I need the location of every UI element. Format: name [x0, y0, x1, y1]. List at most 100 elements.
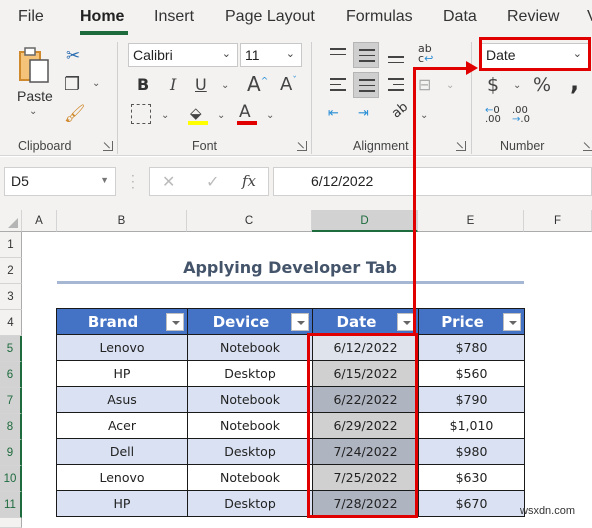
price-cell[interactable]: $790	[418, 386, 525, 413]
device-cell[interactable]: Notebook	[187, 386, 313, 413]
tab-home[interactable]: Home	[80, 8, 124, 26]
row-header-11[interactable]: 11	[0, 492, 22, 518]
tab-file[interactable]: File	[18, 8, 44, 26]
middle-align-button[interactable]	[353, 42, 379, 68]
price-cell[interactable]: $670	[418, 490, 525, 517]
column-header-a[interactable]: A	[22, 210, 57, 232]
merge-chevron-icon[interactable]: ⌄	[446, 80, 454, 91]
increase-indent-icon[interactable]: ⇥	[358, 106, 369, 121]
brand-cell[interactable]: Asus	[56, 386, 188, 413]
underline-button[interactable]: U	[195, 75, 207, 94]
device-cell[interactable]: Desktop	[187, 438, 313, 465]
column-header-f[interactable]: F	[524, 210, 592, 232]
underline-chevron-icon[interactable]: ⌄	[221, 80, 229, 91]
brand-cell[interactable]: HP	[56, 490, 188, 517]
fill-chevron-icon[interactable]: ⌄	[217, 110, 225, 121]
tab-data[interactable]: Data	[443, 8, 477, 26]
brand-cell[interactable]: Lenovo	[56, 334, 188, 361]
column-header-d[interactable]: D	[312, 210, 418, 232]
row-header-8[interactable]: 8	[0, 414, 22, 440]
tab-page-layout[interactable]: Page Layout	[225, 8, 315, 26]
row-header-9[interactable]: 9	[0, 440, 22, 466]
filter-dropdown-icon[interactable]	[291, 313, 309, 331]
row-header-4[interactable]: 4	[0, 310, 22, 336]
column-header-e[interactable]: E	[418, 210, 524, 232]
clipboard-launcher-icon[interactable]	[103, 141, 113, 151]
alignment-launcher-icon[interactable]	[456, 141, 466, 151]
font-name-combo[interactable]: Calibri ⌄	[128, 43, 238, 67]
device-cell[interactable]: Desktop	[187, 490, 313, 517]
brand-cell[interactable]: Lenovo	[56, 464, 188, 491]
row-header-10[interactable]: 10	[0, 466, 22, 492]
drag-handle-icon[interactable]: · · ·	[131, 170, 135, 194]
decrease-indent-icon[interactable]: ⇤	[328, 106, 339, 121]
header-price: Price	[418, 308, 525, 335]
font-color-chevron-icon[interactable]: ⌄	[266, 110, 274, 121]
row-header-3[interactable]: 3	[0, 284, 22, 310]
row-header-1[interactable]: 1	[0, 232, 22, 258]
price-cell[interactable]: $1,010	[418, 412, 525, 439]
currency-button[interactable]: $	[487, 74, 499, 96]
grow-font-button[interactable]: A^	[247, 72, 268, 96]
column-header-c[interactable]: C	[187, 210, 312, 232]
row-header-12[interactable]	[0, 518, 22, 528]
bottom-align-button[interactable]	[383, 48, 409, 74]
increase-decimal-icon[interactable]: ←0.00	[485, 106, 501, 125]
device-cell[interactable]: Desktop	[187, 360, 313, 387]
tab-review[interactable]: Review	[507, 8, 559, 26]
insert-function-icon[interactable]: fx	[242, 172, 256, 190]
decrease-decimal-icon[interactable]: .00 →.0	[512, 106, 530, 125]
row-header-5[interactable]: 5	[0, 336, 22, 362]
device-cell[interactable]: Notebook	[187, 464, 313, 491]
percent-button[interactable]: %	[533, 74, 551, 96]
device-cell[interactable]: Notebook	[187, 412, 313, 439]
orientation-chevron-icon[interactable]: ⌄	[420, 110, 428, 121]
wrap-text-icon[interactable]: ab c↩	[418, 43, 433, 64]
brand-cell[interactable]: HP	[56, 360, 188, 387]
merge-center-icon[interactable]: ⊟	[418, 75, 431, 94]
font-color-button[interactable]: A	[239, 102, 251, 122]
tab-view[interactable]: V	[587, 8, 592, 26]
shrink-font-button[interactable]: Aˇ	[280, 74, 297, 95]
fill-color-icon[interactable]: ⬙	[190, 104, 202, 122]
price-cell[interactable]: $560	[418, 360, 525, 387]
comma-style-button[interactable]: ,	[570, 68, 579, 96]
cut-icon[interactable]: ✂	[66, 46, 80, 66]
name-box[interactable]: D5 ▼	[4, 167, 116, 196]
align-right-button[interactable]	[383, 72, 409, 98]
device-cell[interactable]: Notebook	[187, 334, 313, 361]
price-cell[interactable]: $980	[418, 438, 525, 465]
font-launcher-icon[interactable]	[297, 141, 307, 151]
bold-button[interactable]: B	[137, 75, 149, 94]
top-align-button[interactable]	[325, 42, 351, 68]
brand-cell[interactable]: Dell	[56, 438, 188, 465]
row-header-6[interactable]: 6	[0, 362, 22, 388]
brand-cell[interactable]: Acer	[56, 412, 188, 439]
currency-chevron-icon[interactable]: ⌄	[513, 80, 521, 91]
enter-icon[interactable]: ✓	[206, 172, 219, 191]
price-cell[interactable]: $630	[418, 464, 525, 491]
tab-formulas[interactable]: Formulas	[346, 8, 413, 26]
paste-button[interactable]: Paste ⌄	[14, 44, 58, 117]
price-cell[interactable]: $780	[418, 334, 525, 361]
filter-dropdown-icon[interactable]	[166, 313, 184, 331]
align-center-button[interactable]	[353, 72, 379, 98]
copy-chevron-icon[interactable]: ⌄	[92, 78, 100, 89]
copy-icon[interactable]: ❐	[64, 74, 80, 95]
tab-insert[interactable]: Insert	[154, 8, 194, 26]
select-all-button[interactable]	[0, 210, 22, 232]
font-size-combo[interactable]: 11 ⌄	[240, 43, 302, 67]
italic-button[interactable]: I	[170, 75, 176, 94]
format-painter-icon[interactable]: 🖌	[64, 104, 86, 124]
number-launcher-icon[interactable]	[583, 141, 592, 151]
row-header-7[interactable]: 7	[0, 388, 22, 414]
column-header-b[interactable]: B	[57, 210, 187, 232]
cancel-icon[interactable]: ✕	[162, 172, 175, 191]
align-left-button[interactable]	[325, 72, 351, 98]
borders-chevron-icon[interactable]: ⌄	[161, 110, 169, 121]
row-header-2[interactable]: 2	[0, 258, 22, 284]
borders-icon[interactable]	[131, 104, 151, 124]
filter-dropdown-icon[interactable]	[503, 313, 521, 331]
formula-input[interactable]: 6/12/2022	[273, 167, 592, 196]
orientation-icon[interactable]: ab	[389, 100, 411, 122]
